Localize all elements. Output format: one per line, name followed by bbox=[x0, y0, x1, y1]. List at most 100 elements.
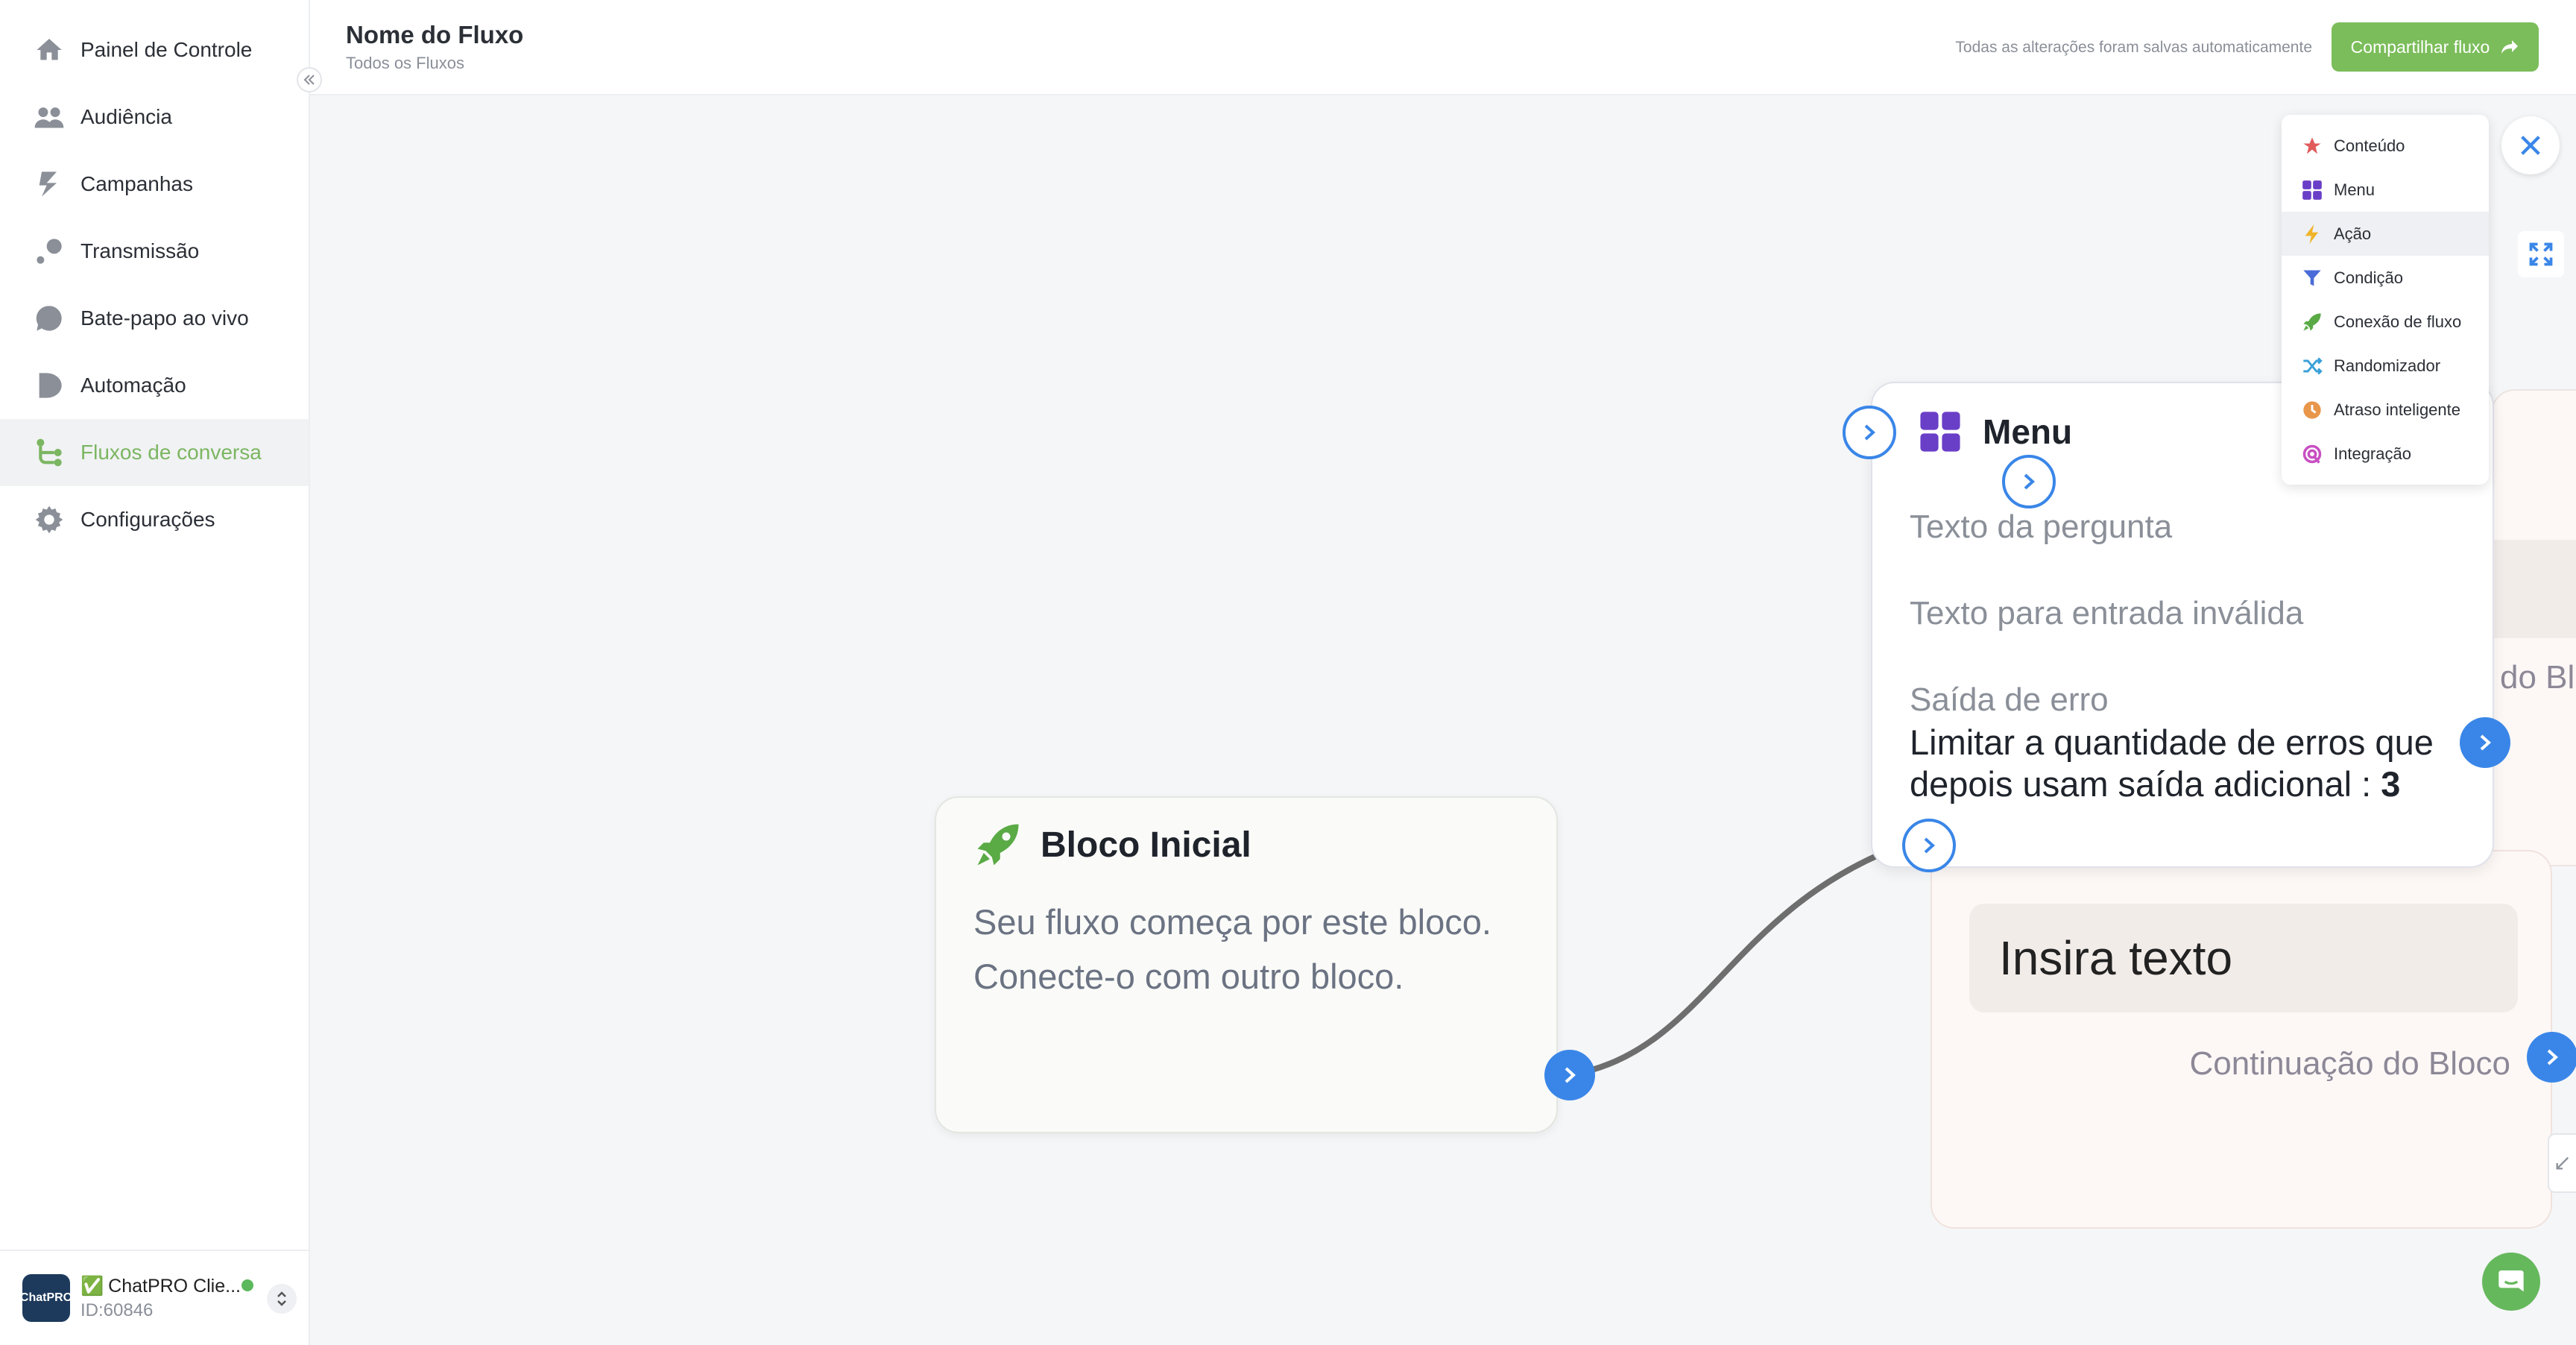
sidebar-item-broadcast[interactable]: Transmissão bbox=[0, 218, 309, 285]
breadcrumb[interactable]: Todos os Fluxos bbox=[346, 54, 464, 73]
chevron-right-icon bbox=[2547, 1049, 2558, 1065]
rocket-icon bbox=[2301, 311, 2323, 333]
add-block-smart-delay[interactable]: Atraso inteligente bbox=[2282, 388, 2489, 432]
chevron-right-icon bbox=[1864, 424, 1875, 441]
side-panel-tab[interactable] bbox=[2548, 1133, 2576, 1193]
chevron-right-icon bbox=[2024, 473, 2035, 490]
sidebar-item-automation[interactable]: Automação bbox=[0, 352, 309, 419]
chat-bubble-icon bbox=[2498, 1270, 2524, 1292]
gear-icon bbox=[33, 503, 66, 536]
online-status-icon bbox=[242, 1279, 253, 1291]
flow-icon bbox=[33, 436, 66, 469]
collapse-sidebar-button[interactable] bbox=[297, 67, 322, 92]
start-block-title: Bloco Inicial bbox=[1041, 825, 1251, 865]
grid-icon bbox=[1920, 412, 1960, 452]
sidebar-item-dashboard[interactable]: Painel de Controle bbox=[0, 16, 309, 84]
share-flow-button[interactable]: Compartilhar fluxo bbox=[2332, 22, 2539, 72]
content-text-field[interactable]: Insira texto bbox=[1969, 904, 2518, 1012]
menu-error-limit: Limitar a quantidade de erros que depois… bbox=[1910, 722, 2461, 805]
account-switch-button[interactable] bbox=[267, 1284, 297, 1314]
sidebar-item-settings[interactable]: Configurações bbox=[0, 486, 309, 553]
grid-icon bbox=[2301, 179, 2323, 201]
menu-block-title: Menu bbox=[1983, 412, 2073, 451]
add-block-label: Randomizador bbox=[2334, 356, 2441, 375]
home-icon bbox=[33, 34, 66, 66]
chevron-right-icon bbox=[2480, 734, 2491, 751]
chevron-right-icon bbox=[1924, 837, 1935, 854]
account-name-text: ChatPRO Clie... bbox=[108, 1275, 241, 1297]
menu-block-bottom-connector[interactable] bbox=[1902, 819, 1956, 872]
add-block-flow-connection[interactable]: Conexão de fluxo bbox=[2282, 300, 2489, 344]
add-block-condition[interactable]: Condição bbox=[2282, 256, 2489, 300]
close-menu-button[interactable] bbox=[2501, 116, 2560, 174]
clock-icon bbox=[2301, 399, 2323, 421]
star-icon bbox=[2301, 135, 2323, 157]
flow-canvas[interactable]: do Blo Bloco Inicial Seu fluxo começa po… bbox=[310, 97, 2576, 1345]
sidebar-item-label: Campanhas bbox=[80, 172, 193, 195]
add-block-label: Ação bbox=[2334, 224, 2372, 243]
menu-block-input-connector[interactable] bbox=[1843, 406, 1896, 459]
chat-icon bbox=[33, 302, 66, 335]
verified-icon: ✅ bbox=[80, 1275, 104, 1297]
sidebar-item-label: Configurações bbox=[80, 508, 215, 531]
sidebar-item-label: Bate-papo ao vivo bbox=[80, 306, 249, 330]
avatar: ChatPRO bbox=[20, 1274, 72, 1322]
bolt-icon bbox=[2301, 223, 2323, 245]
add-block-action[interactable]: Ação bbox=[2282, 212, 2489, 256]
play-icon bbox=[33, 369, 66, 402]
share-button-label: Compartilhar fluxo bbox=[2350, 37, 2490, 57]
content-block-output-connector[interactable] bbox=[2527, 1032, 2576, 1083]
back-block-continuation: do Blo bbox=[2500, 659, 2576, 696]
account-switcher[interactable]: ChatPRO ✅ ChatPRO Clie... ID:60846 bbox=[0, 1250, 309, 1345]
menu-error-limit-value[interactable]: 3 bbox=[2381, 764, 2400, 804]
sidebar-item-label: Fluxos de conversa bbox=[80, 441, 262, 464]
add-block-label: Menu bbox=[2334, 180, 2375, 199]
sidebar-item-audience[interactable]: Audiência bbox=[0, 84, 309, 151]
sidebar-item-live-chat[interactable]: Bate-papo ao vivo bbox=[0, 285, 309, 352]
menu-question-text-field[interactable]: Texto da pergunta bbox=[1910, 508, 2461, 546]
add-block-label: Integração bbox=[2334, 444, 2411, 463]
filter-icon bbox=[2301, 267, 2323, 289]
menu-invalid-text-field[interactable]: Texto para entrada inválida bbox=[1910, 595, 2461, 632]
users-icon bbox=[33, 101, 66, 133]
chevron-right-icon bbox=[1565, 1067, 1576, 1083]
add-block-menu: Conteúdo Menu Ação Condição Conexão de f… bbox=[2282, 115, 2489, 485]
save-status: Todas as alterações foram salvas automat… bbox=[1955, 39, 2312, 56]
account-id: ID:60846 bbox=[80, 1300, 154, 1320]
content-block[interactable]: Insira texto Continuação do Bloco bbox=[1931, 850, 2552, 1229]
start-block-output-connector[interactable] bbox=[1544, 1050, 1595, 1100]
collapse-panel-icon bbox=[2556, 1156, 2569, 1170]
menu-error-output-connector[interactable] bbox=[2460, 717, 2510, 768]
expand-icon bbox=[2529, 242, 2553, 266]
sidebar-item-campaigns[interactable]: Campanhas bbox=[0, 151, 309, 218]
page-title[interactable]: Nome do Fluxo bbox=[346, 21, 523, 49]
rocket-icon bbox=[977, 824, 1019, 866]
fullscreen-button[interactable] bbox=[2518, 231, 2564, 277]
content-block-back[interactable]: do Blo bbox=[2491, 389, 2576, 866]
sidebar-item-label: Painel de Controle bbox=[80, 38, 253, 61]
sidebar: Painel de Controle Audiência Campanhas T… bbox=[0, 0, 310, 1345]
top-header: Nome do Fluxo Todos os Fluxos Todas as a… bbox=[310, 0, 2576, 95]
menu-option-connector[interactable] bbox=[2002, 455, 2056, 508]
add-block-integration[interactable]: Integração bbox=[2282, 432, 2489, 476]
close-icon bbox=[2521, 136, 2540, 155]
start-block[interactable]: Bloco Inicial Seu fluxo começa por este … bbox=[935, 796, 1558, 1133]
sidebar-item-label: Audiência bbox=[80, 105, 172, 128]
lightning-icon bbox=[33, 168, 66, 201]
add-block-label: Atraso inteligente bbox=[2334, 400, 2460, 419]
shuffle-icon bbox=[2301, 355, 2323, 377]
add-block-menu-item[interactable]: Menu bbox=[2282, 168, 2489, 212]
add-block-randomizer[interactable]: Randomizador bbox=[2282, 344, 2489, 388]
back-block-field bbox=[2493, 540, 2576, 638]
sidebar-item-label: Automação bbox=[80, 374, 186, 397]
support-chat-button[interactable] bbox=[2482, 1253, 2540, 1311]
broadcast-icon bbox=[33, 235, 66, 268]
account-name: ✅ ChatPRO Clie... bbox=[80, 1276, 241, 1297]
menu-error-exit-label: Saída de erro bbox=[1910, 681, 2109, 718]
add-block-label: Condição bbox=[2334, 268, 2403, 287]
sidebar-item-conversation-flows[interactable]: Fluxos de conversa bbox=[0, 419, 309, 486]
add-block-content[interactable]: Conteúdo bbox=[2282, 124, 2489, 168]
integration-icon bbox=[2301, 443, 2323, 465]
add-block-label: Conteúdo bbox=[2334, 136, 2405, 155]
menu-error-limit-text: Limitar a quantidade de erros que depois… bbox=[1910, 722, 2434, 804]
